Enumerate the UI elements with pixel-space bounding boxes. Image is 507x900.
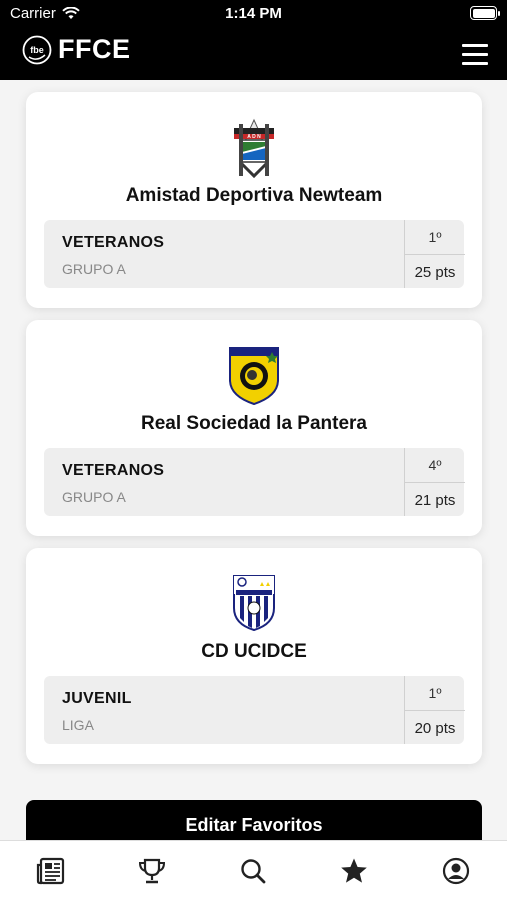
profile-icon bbox=[442, 857, 470, 885]
favorite-team-card[interactable]: A D N Amistad Deportiva Newteam VETERANO… bbox=[26, 92, 482, 308]
rank-column: 4º 21 pts bbox=[404, 448, 465, 516]
favorite-team-card[interactable]: Real Sociedad la Pantera VETERANOS GRUPO… bbox=[26, 320, 482, 536]
favorite-team-card[interactable]: CD UCIDCE JUVENIL LIGA 1º 20 pts bbox=[26, 548, 482, 764]
group-label: GRUPO A bbox=[62, 261, 126, 277]
hamburger-menu-icon[interactable] bbox=[462, 44, 488, 65]
points-value: 21 pts bbox=[414, 492, 456, 509]
top-bar: Carrier 1:14 PM fbe FFCE bbox=[0, 0, 507, 80]
rank-column: 1º 25 pts bbox=[404, 220, 465, 288]
tab-favorites[interactable] bbox=[338, 855, 370, 887]
status-bar: Carrier 1:14 PM bbox=[0, 0, 507, 28]
team-name: Real Sociedad la Pantera bbox=[141, 413, 367, 434]
category-label: VETERANOS bbox=[62, 234, 165, 251]
divider bbox=[405, 710, 465, 711]
clock: 1:14 PM bbox=[225, 5, 282, 22]
points-value: 20 pts bbox=[414, 720, 456, 737]
group-label: GRUPO A bbox=[62, 489, 126, 505]
fbe-logo-icon: fbe bbox=[22, 35, 52, 64]
tab-news[interactable] bbox=[35, 855, 67, 887]
rank-value: 1º bbox=[428, 685, 442, 701]
app-brand: fbe FFCE bbox=[22, 34, 131, 65]
tab-search[interactable] bbox=[237, 855, 269, 887]
category-label: JUVENIL bbox=[62, 690, 132, 707]
logo-text: fbe bbox=[30, 45, 44, 55]
trophy-icon bbox=[138, 858, 166, 884]
rank-value: 4º bbox=[428, 457, 442, 473]
news-icon bbox=[36, 857, 65, 885]
rank-value: 1º bbox=[428, 229, 442, 245]
standing-box: VETERANOS GRUPO A 4º 21 pts bbox=[44, 448, 465, 516]
tab-competitions[interactable] bbox=[136, 855, 168, 887]
svg-text:A D N: A D N bbox=[247, 134, 261, 140]
star-icon bbox=[341, 858, 367, 883]
group-label: LIGA bbox=[62, 717, 94, 733]
points-value: 25 pts bbox=[414, 264, 456, 281]
standing-box: JUVENIL LIGA 1º 20 pts bbox=[44, 676, 465, 744]
ucidce-crest-icon bbox=[233, 575, 275, 632]
newteam-crest-icon: A D N bbox=[234, 118, 274, 179]
divider bbox=[405, 254, 465, 255]
battery-icon bbox=[470, 6, 500, 20]
search-icon bbox=[241, 859, 266, 884]
tab-bar bbox=[0, 840, 507, 900]
tab-profile[interactable] bbox=[440, 855, 472, 887]
category-label: VETERANOS bbox=[62, 462, 165, 479]
standing-box: VETERANOS GRUPO A 1º 25 pts bbox=[44, 220, 465, 288]
divider bbox=[405, 482, 465, 483]
rank-column: 1º 20 pts bbox=[404, 676, 465, 744]
team-name: CD UCIDCE bbox=[201, 641, 307, 662]
app-title: FFCE bbox=[58, 34, 131, 64]
pantera-crest-icon bbox=[229, 347, 279, 406]
team-name: Amistad Deportiva Newteam bbox=[125, 185, 383, 206]
